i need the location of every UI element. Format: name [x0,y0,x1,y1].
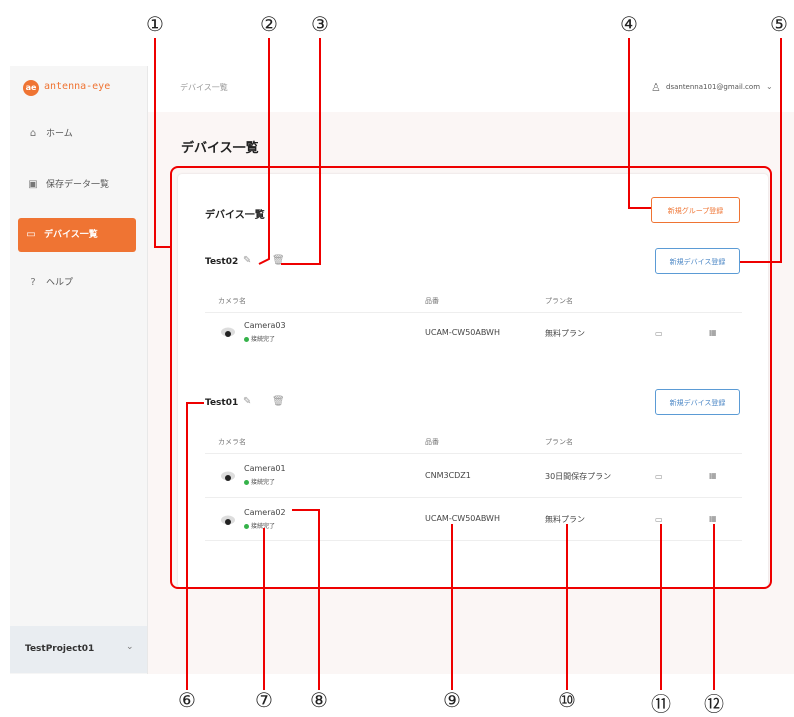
callout-number: ⑩ [558,688,576,712]
callout-number: ③ [311,12,329,36]
callout-number: ⑫ [704,692,724,716]
leader-line-8 [292,509,320,690]
callout-number: ① [146,12,164,36]
callout-number: ⑪ [651,692,671,716]
leader-line-6 [186,402,204,690]
callout-number: ⑧ [310,688,328,712]
callout-number: ② [260,12,278,36]
leader-line-2 [258,38,270,265]
callout-number: ④ [620,12,638,36]
annotation-leader-lines [154,38,782,690]
callout-number: ⑥ [178,688,196,712]
callout-number: ⑤ [770,12,788,36]
leader-line-3 [281,38,321,265]
callout-number: ⑨ [443,688,461,712]
leader-line-4 [628,38,651,209]
leader-line-1 [154,38,170,248]
leader-line-5 [740,38,782,263]
callout-number: ⑦ [255,688,273,712]
